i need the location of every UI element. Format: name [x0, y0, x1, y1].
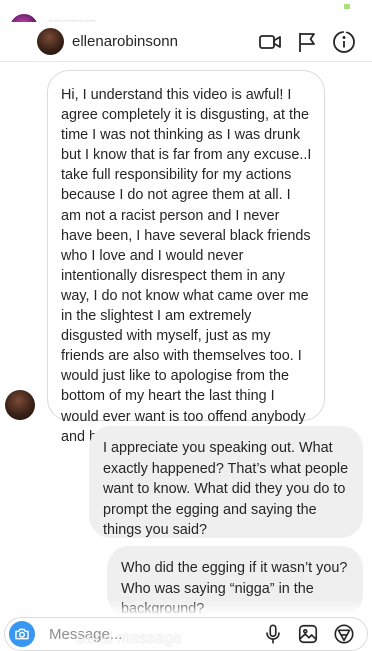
battery-level	[344, 4, 351, 9]
chat-avatar[interactable]	[37, 28, 64, 55]
close-icon[interactable]	[340, 14, 364, 38]
message-composer: Send message	[4, 617, 368, 651]
sender-avatar[interactable]	[5, 390, 35, 420]
microphone-icon[interactable]	[262, 623, 284, 645]
video-call-icon[interactable]	[258, 30, 282, 54]
report-flag-icon[interactable]	[295, 30, 319, 54]
battery-percentage: 39%	[318, 0, 341, 12]
status-time: 19:05	[171, 0, 200, 9]
chat-username[interactable]: ellenarobinsonn	[72, 33, 178, 50]
sticker-icon[interactable]	[333, 623, 355, 645]
camera-button[interactable]	[9, 621, 35, 647]
camera-icon	[15, 628, 29, 640]
status-bar: ..ll LL 19:05 39%	[0, 0, 372, 14]
gallery-icon[interactable]	[297, 623, 319, 645]
send-message-overlay: Send message	[75, 630, 182, 647]
incoming-message[interactable]: Hi, I understand this video is awful! I …	[47, 70, 325, 445]
chat-header: ellenarobinsonn	[0, 22, 372, 62]
carrier-signal: ..ll LL	[6, 0, 33, 12]
outgoing-message[interactable]: I appreciate you speaking out. What exac…	[89, 426, 363, 538]
direct-message-screen: ..ll LL 19:05 39% yasmyn 39m ellenarobin…	[0, 0, 372, 651]
battery-icon	[342, 2, 362, 11]
